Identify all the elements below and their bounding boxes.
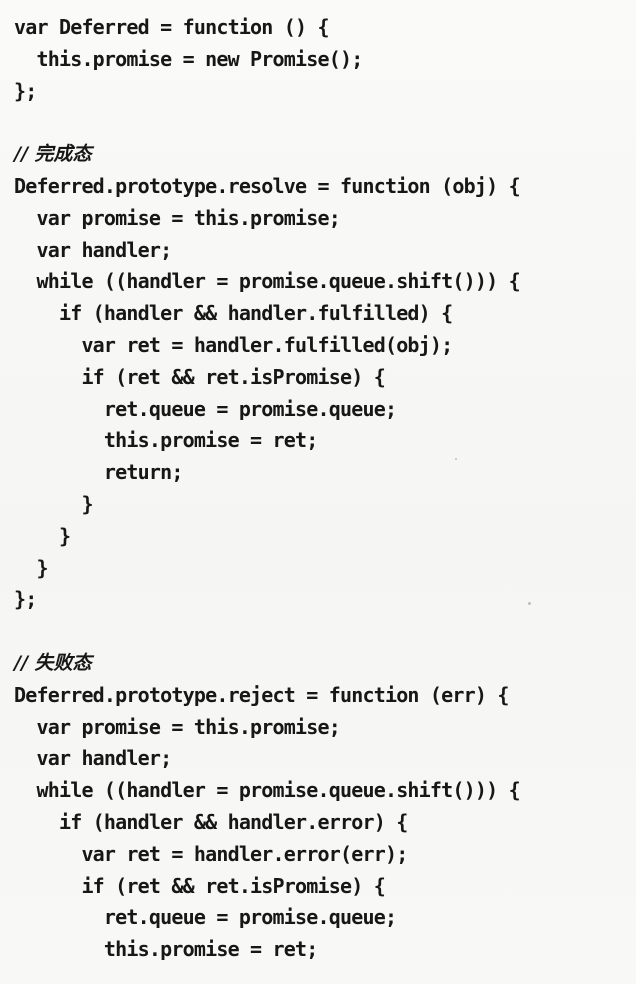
code-comment-reject: // 失败态 (14, 651, 92, 674)
code-line: var Deferred = function () { (14, 15, 330, 39)
code-line: ret.queue = promise.queue; (14, 396, 397, 421)
code-line: this.promise = new Promise(); (14, 46, 363, 71)
code-line: Deferred.prototype.reject = function (er… (14, 682, 509, 707)
code-line: if (ret && ret.isPromise) { (14, 873, 385, 898)
code-line: if (ret && ret.isPromise) { (14, 364, 385, 389)
code-line: ret.queue = promise.queue; (14, 905, 397, 930)
code-line: } (14, 491, 93, 516)
code-line: } (14, 555, 48, 580)
code-line: while ((handler = promise.queue.shift())… (14, 269, 520, 294)
code-line: var handler; (14, 237, 172, 262)
document-page: var Deferred = function () { this.promis… (0, 0, 636, 984)
code-line: if (handler && handler.error) { (14, 809, 408, 834)
code-line: } (14, 523, 71, 548)
code-comment-resolve: // 完成态 (14, 143, 92, 166)
code-line: while ((handler = promise.queue.shift())… (14, 778, 520, 803)
code-line: var ret = handler.fulfilled(obj); (14, 332, 453, 357)
code-line: this.promise = ret; (14, 937, 318, 962)
code-line: }; (14, 587, 37, 612)
paper-speck (528, 602, 531, 605)
code-line: var ret = handler.error(err); (14, 841, 408, 866)
paper-speck (455, 458, 457, 460)
code-line: if (handler && handler.fulfilled) { (14, 301, 453, 326)
code-line: Deferred.prototype.resolve = function (o… (14, 173, 521, 198)
code-line: }; (14, 78, 37, 103)
code-line: var promise = this.promise; (14, 714, 340, 739)
code-line: var handler; (14, 746, 172, 771)
code-line: var promise = this.promise; (14, 205, 340, 230)
code-line: this.promise = ret; (14, 428, 318, 453)
code-block: var Deferred = function () { this.promis… (14, 12, 626, 966)
code-line: return; (14, 460, 184, 485)
